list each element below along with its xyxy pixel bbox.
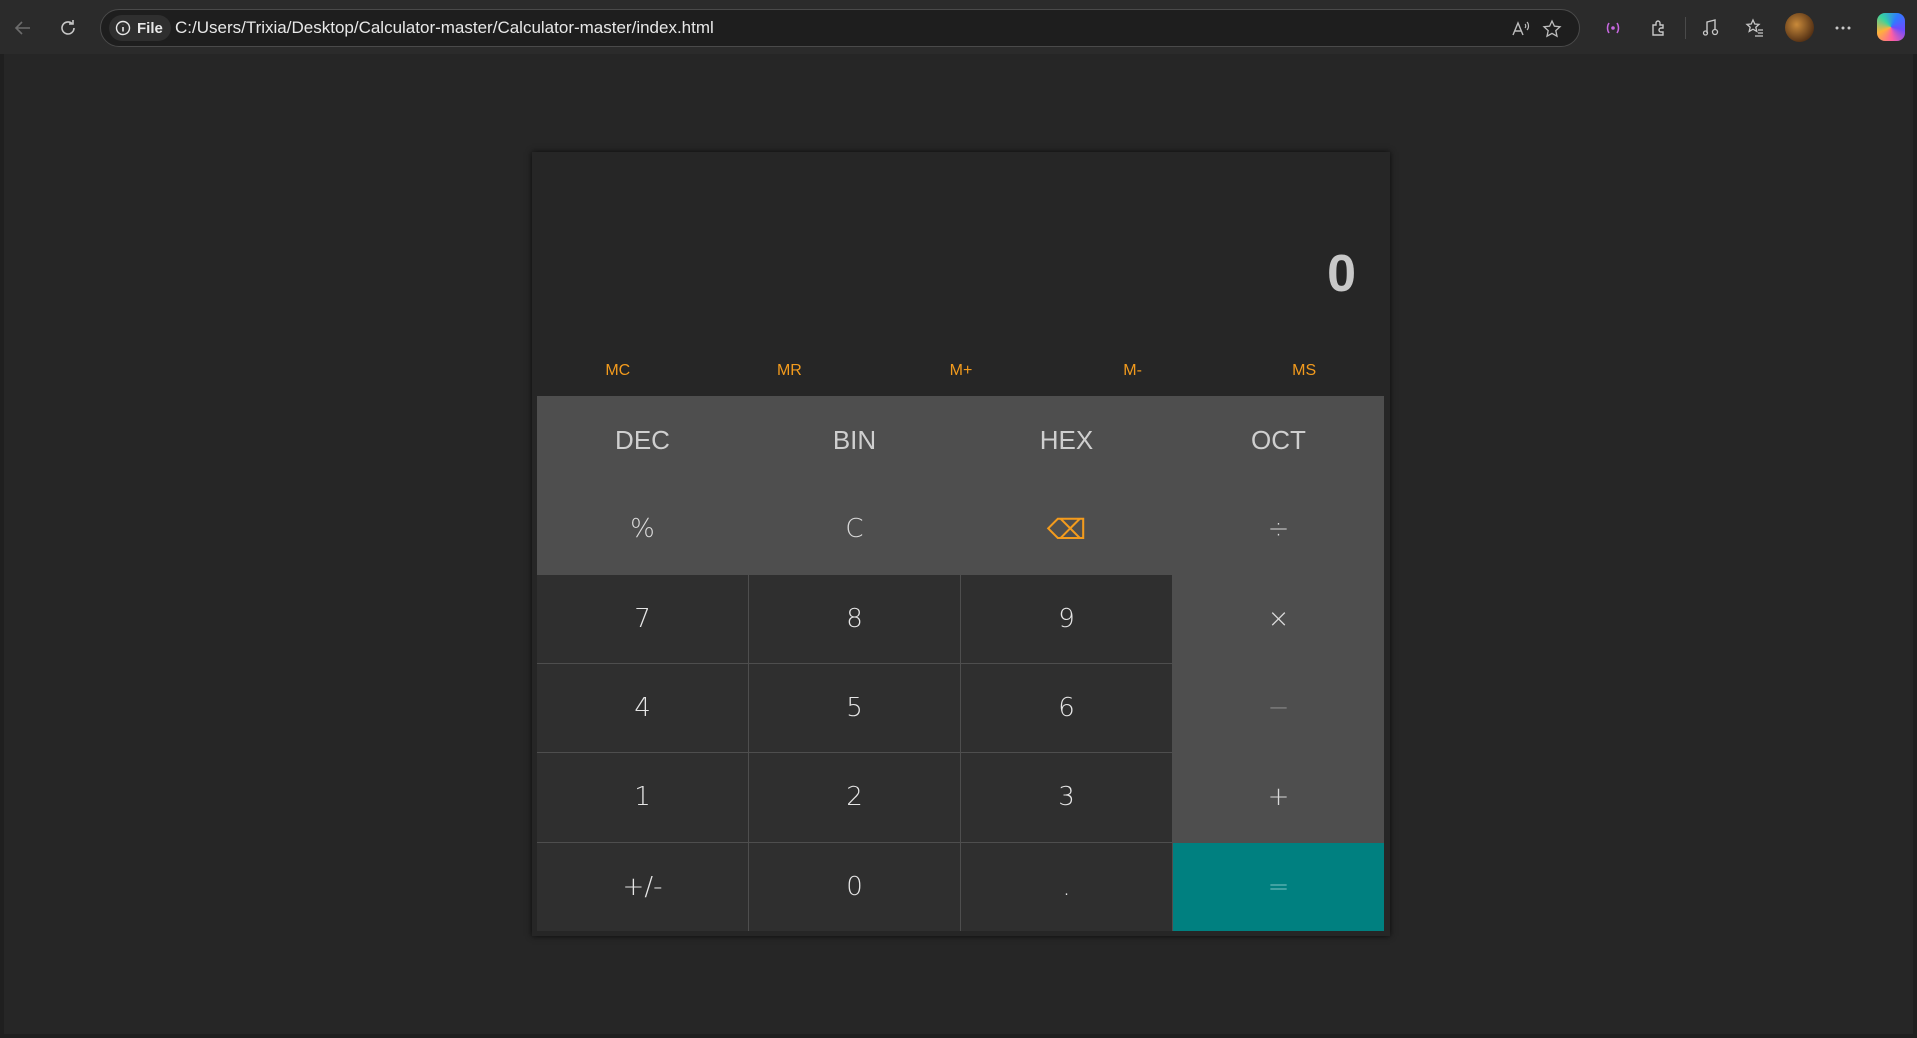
- memory-clear-button[interactable]: MC: [532, 352, 704, 390]
- digit-5-button[interactable]: 5: [749, 664, 960, 753]
- digit-4-button[interactable]: 4: [537, 664, 748, 753]
- site-info-label: File: [137, 19, 163, 37]
- equals-button[interactable]: =: [1173, 842, 1384, 931]
- more-menu-icon[interactable]: [1827, 12, 1859, 44]
- address-bar[interactable]: File C:/Users/Trixia/Desktop/Calculator-…: [100, 9, 1580, 47]
- plus-button[interactable]: +: [1173, 753, 1384, 842]
- memory-subtract-button[interactable]: M-: [1047, 352, 1219, 390]
- media-control-icon[interactable]: [1695, 12, 1727, 44]
- minus-button[interactable]: −: [1173, 664, 1384, 753]
- clear-button[interactable]: C: [749, 485, 960, 574]
- digit-1-button[interactable]: 1: [537, 753, 748, 842]
- memory-store-button[interactable]: MS: [1218, 352, 1390, 390]
- keypad: DEC BIN HEX OCT % C ⌫ ÷ 7 8 9 × 4 5 6 − …: [537, 396, 1384, 931]
- copilot-icon[interactable]: [1877, 13, 1905, 41]
- multiply-button[interactable]: ×: [1173, 574, 1384, 663]
- digit-0-button[interactable]: 0: [749, 842, 960, 931]
- digit-3-button[interactable]: 3: [961, 753, 1172, 842]
- memory-add-button[interactable]: M+: [875, 352, 1047, 390]
- mode-hex-button[interactable]: HEX: [961, 396, 1172, 485]
- info-icon: [115, 20, 131, 36]
- calculator: 0 MC MR M+ M- MS DEC BIN HEX OCT % C ⌫ ÷…: [532, 152, 1390, 936]
- mode-bin-button[interactable]: BIN: [749, 396, 960, 485]
- browser-toolbar: File C:/Users/Trixia/Desktop/Calculator-…: [0, 0, 1917, 54]
- digit-9-button[interactable]: 9: [961, 574, 1172, 663]
- site-info-button[interactable]: File: [109, 15, 171, 41]
- url-text[interactable]: C:/Users/Trixia/Desktop/Calculator-maste…: [175, 10, 714, 46]
- read-aloud-icon[interactable]: [1506, 15, 1534, 43]
- display-value: 0: [1327, 245, 1356, 303]
- percent-button[interactable]: %: [537, 485, 748, 574]
- page-content: 0 MC MR M+ M- MS DEC BIN HEX OCT % C ⌫ ÷…: [4, 54, 1913, 1034]
- mode-dec-button[interactable]: DEC: [537, 396, 748, 485]
- backspace-button[interactable]: ⌫: [961, 485, 1172, 574]
- divide-button[interactable]: ÷: [1173, 485, 1384, 574]
- memory-row: MC MR M+ M- MS: [532, 352, 1390, 390]
- digit-7-button[interactable]: 7: [537, 574, 748, 663]
- mode-oct-button[interactable]: OCT: [1173, 396, 1384, 485]
- refresh-icon[interactable]: [52, 12, 84, 44]
- favorite-star-icon[interactable]: [1538, 15, 1566, 43]
- extensions-puzzle-icon[interactable]: [1643, 12, 1675, 44]
- extension-radio-icon[interactable]: [1597, 12, 1629, 44]
- digit-2-button[interactable]: 2: [749, 753, 960, 842]
- digit-8-button[interactable]: 8: [749, 574, 960, 663]
- favorites-list-icon[interactable]: [1739, 12, 1771, 44]
- toolbar-divider: [1685, 17, 1686, 39]
- memory-recall-button[interactable]: MR: [704, 352, 876, 390]
- negate-button[interactable]: +/-: [537, 842, 748, 931]
- digit-6-button[interactable]: 6: [961, 664, 1172, 753]
- back-icon[interactable]: [7, 12, 39, 44]
- profile-avatar[interactable]: [1785, 13, 1814, 42]
- decimal-button[interactable]: .: [961, 842, 1172, 931]
